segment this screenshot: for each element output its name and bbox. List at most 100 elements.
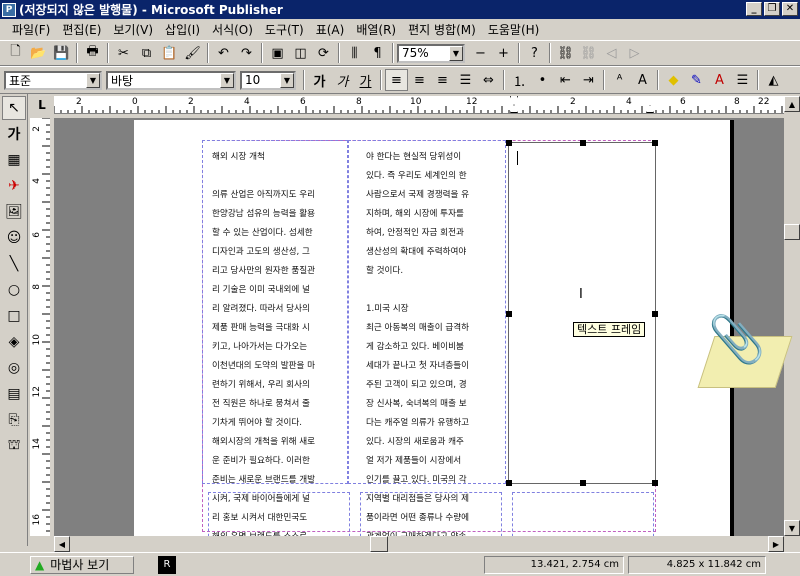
selection-handle[interactable]: [506, 140, 512, 146]
text-frame-tool-icon[interactable]: 가: [2, 122, 26, 146]
send-back-icon[interactable]: ◫: [289, 42, 312, 64]
chevron-down-icon[interactable]: ▼: [280, 72, 294, 88]
horizontal-scrollbar[interactable]: ◀ ▶: [54, 536, 784, 552]
selection-handle[interactable]: [652, 480, 658, 486]
picture-frame-tool-icon[interactable]: 🖼: [2, 200, 26, 224]
form-control-tool-icon[interactable]: ▤: [2, 382, 26, 406]
font-size-select[interactable]: 10 ▼: [240, 70, 296, 90]
scroll-thumb[interactable]: [784, 224, 800, 240]
link-frames-icon[interactable]: ⛓: [554, 42, 577, 64]
bottom-frame-2[interactable]: [360, 492, 502, 536]
next-frame-icon[interactable]: ▷: [623, 42, 646, 64]
zoom-select[interactable]: 75% ▼: [397, 43, 465, 63]
page-indicator[interactable]: R: [158, 555, 176, 574]
font-color-icon[interactable]: A: [708, 69, 731, 91]
pointer-tool-icon[interactable]: ↖: [2, 96, 26, 120]
menu-arrange[interactable]: 배열(R): [350, 21, 402, 38]
save-icon[interactable]: 💾: [50, 42, 73, 64]
text-column-2[interactable]: 야 한다는 현실적 당위성이 있다. 즉 우리도 세계인의 한 사람으로서 국제 경…: [366, 148, 500, 536]
line-tool-icon[interactable]: ╲: [2, 252, 26, 276]
numbering-icon[interactable]: ⒈: [508, 69, 531, 91]
increase-indent-icon[interactable]: ⇥: [577, 69, 600, 91]
justify-icon[interactable]: ☰: [454, 69, 477, 91]
previous-frame-icon[interactable]: ◁: [600, 42, 623, 64]
unlink-frames-icon[interactable]: ⛓: [577, 42, 600, 64]
wordart-tool-icon[interactable]: ✈: [2, 174, 26, 198]
selected-text-frame[interactable]: I: [506, 140, 658, 486]
menu-format[interactable]: 서식(O): [206, 21, 259, 38]
office-assistant[interactable]: 📎: [692, 306, 793, 398]
menu-insert[interactable]: 삽입(I): [159, 21, 206, 38]
text-column-1[interactable]: 해외 시장 개척 의류 산업은 아직까지도 우리 한양강남 섬유의 능력을 활용 할…: [212, 148, 346, 536]
ruler-corner[interactable]: L: [30, 96, 54, 114]
minimize-button[interactable]: _: [746, 2, 762, 16]
columns-icon[interactable]: ⫼: [343, 42, 366, 64]
help-icon[interactable]: ?: [523, 42, 546, 64]
scroll-down-icon[interactable]: ▼: [784, 520, 800, 536]
bottom-frame-1[interactable]: [208, 492, 350, 536]
paragraph-icon[interactable]: ¶: [366, 42, 389, 64]
chevron-down-icon[interactable]: ▼: [220, 72, 234, 88]
scroll-right-icon[interactable]: ▶: [768, 536, 784, 552]
line-color-icon[interactable]: ✎: [685, 69, 708, 91]
rotate-icon[interactable]: ⟳: [312, 42, 335, 64]
hotspot-tool-icon[interactable]: ◎: [2, 356, 26, 380]
table-frame-tool-icon[interactable]: ▦: [2, 148, 26, 172]
publisher-icon[interactable]: P: [2, 2, 16, 17]
bring-front-icon[interactable]: ▣: [266, 42, 289, 64]
copy-icon[interactable]: ⧉: [135, 42, 158, 64]
menu-tools[interactable]: 도구(T): [259, 21, 310, 38]
bottom-frame-3[interactable]: [512, 492, 654, 536]
menu-table[interactable]: 표(A): [310, 21, 351, 38]
selection-handle[interactable]: [506, 311, 512, 317]
workspace[interactable]: 해외 시장 개척 의류 산업은 아직까지도 우리 한양강남 섬유의 능력을 활용 할…: [54, 118, 784, 536]
style-select[interactable]: 표준 ▼: [4, 70, 102, 90]
undo-icon[interactable]: ↶: [212, 42, 235, 64]
custom-shapes-tool-icon[interactable]: ◈: [2, 330, 26, 354]
menu-mail-merge[interactable]: 편지 병합(M): [402, 21, 482, 38]
bullets-icon[interactable]: •: [531, 69, 554, 91]
zoom-in-icon[interactable]: +: [492, 42, 515, 64]
line-style-icon[interactable]: ☰: [731, 69, 754, 91]
new-icon[interactable]: 🗋: [4, 42, 27, 64]
bold-button[interactable]: 가: [308, 69, 331, 91]
oval-tool-icon[interactable]: ○: [2, 278, 26, 302]
distribute-icon[interactable]: ⇔: [477, 69, 500, 91]
scroll-left-icon[interactable]: ◀: [54, 536, 70, 552]
menu-view[interactable]: 보기(V): [107, 21, 159, 38]
design-gallery-tool-icon[interactable]: ⛫: [2, 434, 26, 458]
format-painter-icon[interactable]: 🖌: [181, 42, 204, 64]
decrease-font-icon[interactable]: ᴬ: [608, 69, 631, 91]
html-code-tool-icon[interactable]: ⎘: [2, 408, 26, 432]
close-button[interactable]: ✕: [782, 2, 798, 16]
vertical-ruler[interactable]: 2 4 6 8 10 12 14 16: [30, 118, 50, 536]
increase-font-icon[interactable]: A: [631, 69, 654, 91]
menu-file[interactable]: 파일(F): [6, 21, 56, 38]
selection-handle[interactable]: [652, 140, 658, 146]
print-icon[interactable]: 🖶: [81, 42, 104, 64]
scroll-thumb[interactable]: [370, 536, 388, 552]
align-left-icon[interactable]: ≡: [385, 69, 408, 91]
redo-icon[interactable]: ↷: [235, 42, 258, 64]
fill-color-icon[interactable]: ◆: [662, 69, 685, 91]
horizontal-ruler[interactable]: 2 0 2 4 6 8 10 12 2 4 6 8 22: [54, 96, 784, 114]
align-center-icon[interactable]: ≡: [408, 69, 431, 91]
menu-help[interactable]: 도움말(H): [482, 21, 546, 38]
align-right-icon[interactable]: ≡: [431, 69, 454, 91]
scroll-up-icon[interactable]: ▲: [784, 96, 800, 112]
wizard-button[interactable]: ▲ 마법사 보기: [30, 555, 134, 574]
selection-handle[interactable]: [580, 480, 586, 486]
italic-button[interactable]: 가: [331, 69, 354, 91]
menu-edit[interactable]: 편집(E): [56, 21, 107, 38]
selection-handle[interactable]: [506, 480, 512, 486]
paste-icon[interactable]: 📋: [158, 42, 181, 64]
clipart-tool-icon[interactable]: ☺: [2, 226, 26, 250]
selection-handle[interactable]: [580, 140, 586, 146]
font-select[interactable]: 바탕 ▼: [106, 70, 236, 90]
cut-icon[interactable]: ✂: [112, 42, 135, 64]
zoom-out-icon[interactable]: −: [469, 42, 492, 64]
underline-button[interactable]: 가: [354, 69, 377, 91]
rectangle-tool-icon[interactable]: □: [2, 304, 26, 328]
open-icon[interactable]: 📂: [27, 42, 50, 64]
vertical-scrollbar[interactable]: ▲ ▼: [784, 96, 800, 536]
